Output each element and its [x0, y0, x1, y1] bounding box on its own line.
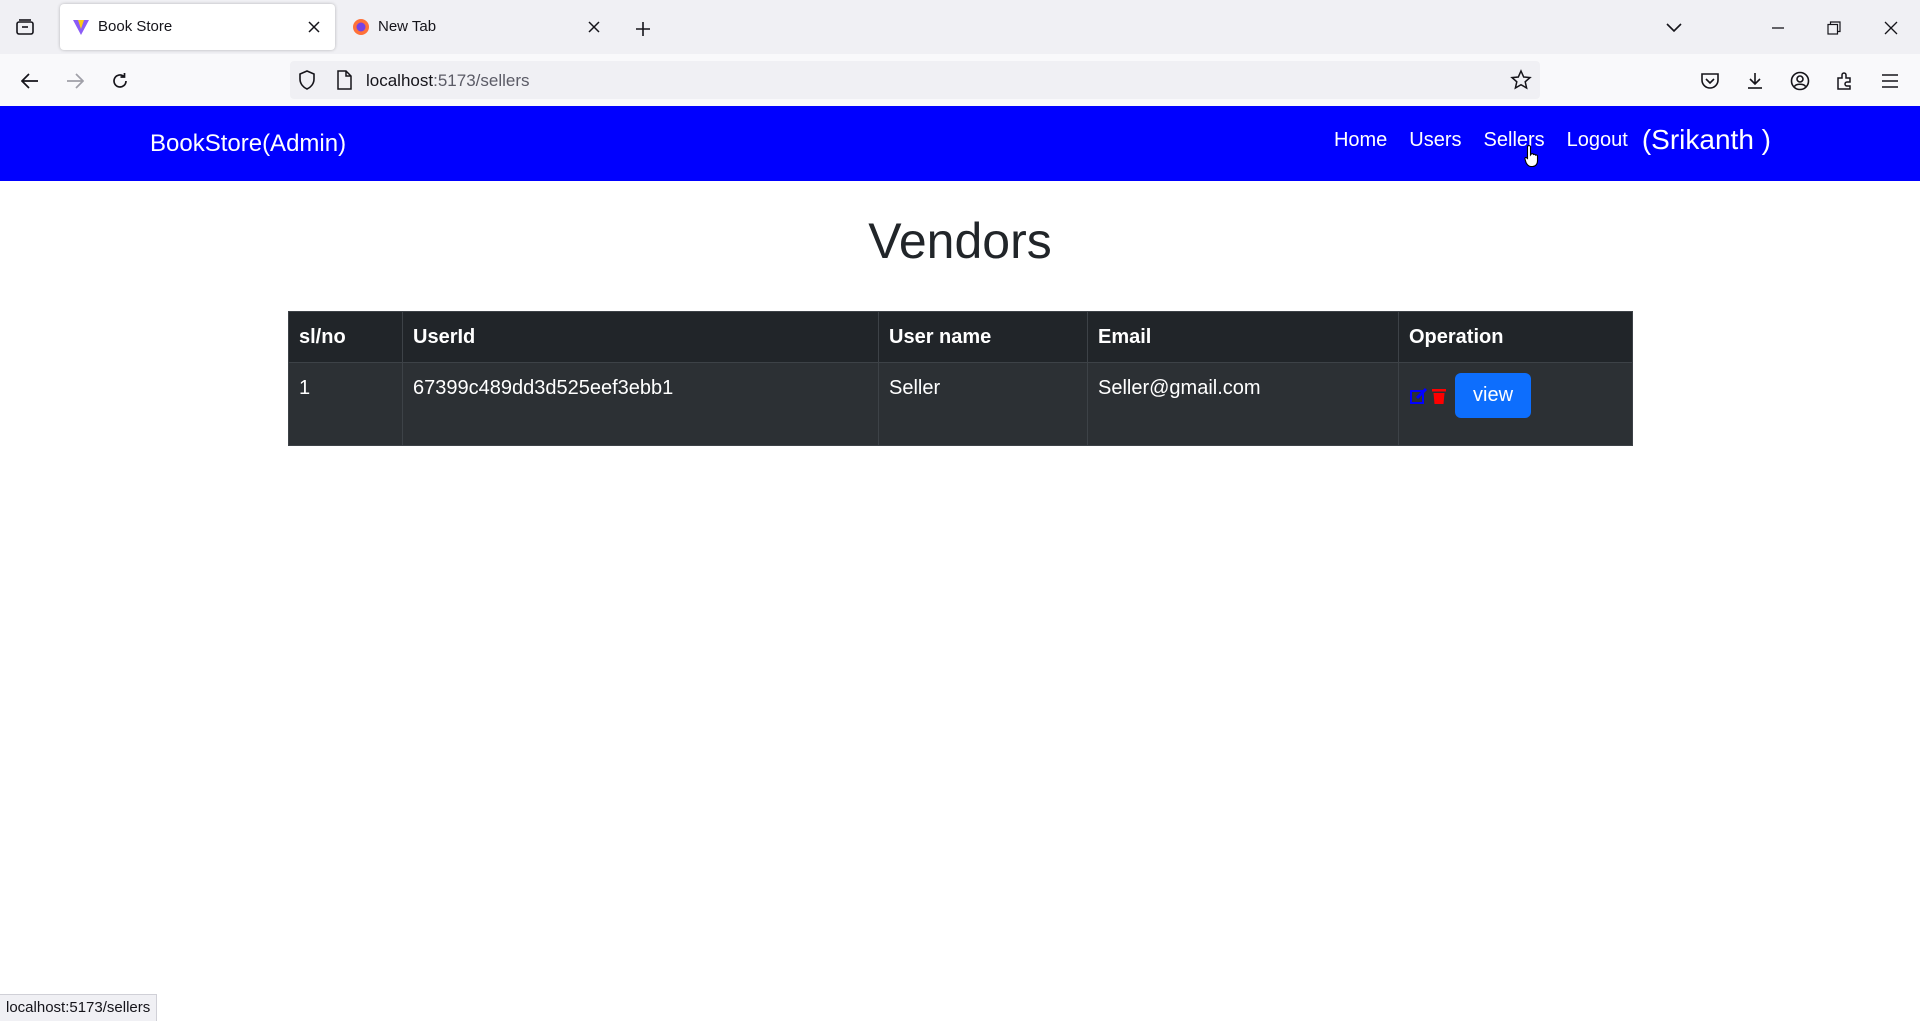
reload-icon[interactable] [105, 66, 135, 96]
list-all-tabs-icon[interactable] [1660, 14, 1688, 42]
forward-arrow-icon[interactable] [60, 66, 90, 96]
url-host: localhost [366, 71, 434, 90]
menu-hamburger-icon[interactable] [1875, 66, 1905, 96]
browser-toolbar: localhost:5173/sellers [0, 54, 1920, 107]
delete-icon[interactable] [1429, 386, 1449, 406]
table-row: 1 67399c489dd3d525eef3ebb1 Seller Seller… [288, 362, 1633, 446]
brand-title[interactable]: BookStore(Admin) [150, 130, 346, 158]
sellers-table: sl/no UserId User name Email Operation 1… [288, 311, 1633, 446]
column-header-userid: UserId [402, 311, 879, 363]
cell-username: Seller [878, 362, 1088, 446]
url-path: :5173/sellers [433, 71, 530, 90]
browser-tab-strip: Book Store New Tab [0, 0, 1920, 54]
downloads-icon[interactable] [1740, 66, 1770, 96]
tab-book-store[interactable]: Book Store [60, 4, 335, 50]
app-navbar: BookStore(Admin) Home Users Sellers Logo… [0, 106, 1920, 181]
page-info-icon[interactable] [336, 70, 352, 90]
cell-email: Seller@gmail.com [1087, 362, 1399, 446]
pocket-icon[interactable] [1695, 66, 1725, 96]
sellers-table-container: sl/no UserId User name Email Operation 1… [288, 311, 1633, 446]
page-title: Vendors [868, 213, 1052, 269]
cell-slno: 1 [288, 362, 403, 446]
table-header-row: sl/no UserId User name Email Operation [288, 311, 1633, 363]
column-header-operation: Operation [1398, 311, 1633, 363]
column-header-slno: sl/no [288, 311, 403, 363]
edit-icon[interactable] [1409, 386, 1429, 406]
column-header-username: User name [878, 311, 1088, 363]
cell-userid: 67399c489dd3d525eef3ebb1 [402, 362, 879, 446]
nav-link-logout[interactable]: Logout [1567, 129, 1628, 158]
view-button[interactable]: view [1455, 373, 1532, 418]
hand-pointer-cursor-icon [1524, 144, 1542, 168]
logged-in-user: (Srikanth ) [1641, 124, 1771, 155]
column-header-email: Email [1087, 311, 1399, 363]
vite-favicon-icon [72, 18, 90, 36]
bookmark-star-icon[interactable] [1510, 69, 1532, 91]
cell-operation: view [1398, 362, 1633, 446]
close-tab-icon[interactable] [303, 16, 325, 38]
tracking-shield-icon[interactable] [298, 70, 316, 90]
row-operations: view [1409, 373, 1622, 418]
url-bar[interactable]: localhost:5173/sellers [290, 61, 1540, 99]
back-arrow-icon[interactable] [15, 66, 45, 96]
status-bar-link-preview: localhost:5173/sellers [0, 994, 158, 1021]
new-tab-button[interactable] [628, 14, 658, 44]
restore-icon[interactable] [1820, 14, 1848, 42]
tab-new-tab[interactable]: New Tab [340, 4, 615, 50]
tab-manager-icon[interactable] [12, 14, 38, 40]
nav-link-users[interactable]: Users [1409, 129, 1461, 158]
nav-link-home[interactable]: Home [1334, 129, 1387, 158]
account-icon[interactable] [1785, 66, 1815, 96]
close-tab-icon[interactable] [583, 16, 605, 38]
tab-title: Book Store [98, 18, 173, 35]
minimize-icon[interactable] [1764, 14, 1792, 42]
tab-title: New Tab [378, 18, 437, 35]
url-text[interactable]: localhost:5173/sellers [366, 71, 530, 91]
close-window-icon[interactable] [1877, 14, 1905, 42]
firefox-favicon-icon [352, 18, 370, 36]
extensions-icon[interactable] [1830, 66, 1860, 96]
